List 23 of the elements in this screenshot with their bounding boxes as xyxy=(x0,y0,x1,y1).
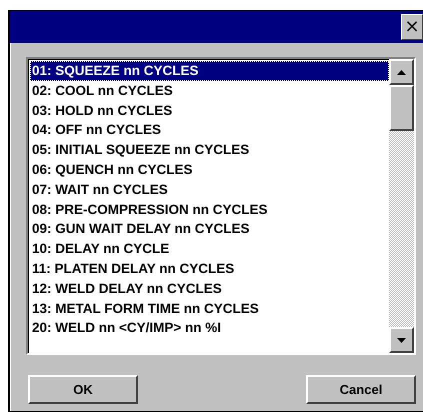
scroll-thumb[interactable] xyxy=(389,85,414,131)
list-item[interactable]: 12: WELD DELAY nn CYCLES xyxy=(30,278,389,299)
up-arrow-icon xyxy=(397,70,406,74)
scroll-up-button[interactable] xyxy=(389,59,414,85)
list-item[interactable]: 07: WAIT nn CYCLES xyxy=(30,180,389,200)
scroll-down-button[interactable] xyxy=(389,327,414,353)
list-item[interactable]: 10: DELAY nn CYCLE xyxy=(30,239,389,259)
list-item[interactable]: 04: OFF nn CYCLES xyxy=(30,120,389,140)
close-button[interactable]: × xyxy=(401,14,423,40)
list-item[interactable]: 20: WELD nn <CY/IMP> nn %I xyxy=(30,318,389,338)
list-item[interactable]: 02: COOL nn CYCLES xyxy=(30,80,389,101)
cancel-button[interactable]: Cancel xyxy=(306,375,416,404)
list-item[interactable]: 09: GUN WAIT DELAY nn CYCLES xyxy=(30,219,389,240)
scrollbar[interactable] xyxy=(389,59,414,353)
ok-button[interactable]: OK xyxy=(28,375,138,404)
list-item[interactable]: 06: QUENCH nn CYCLES xyxy=(30,160,389,180)
list-item[interactable]: 01: SQUEEZE nn CYCLES xyxy=(30,61,389,81)
down-arrow-icon xyxy=(397,338,406,342)
list-item[interactable]: 05: INITIAL SQUEEZE nn CYCLES xyxy=(30,140,389,160)
list-item[interactable]: 11: PLATEN DELAY nn CYCLES xyxy=(30,258,389,279)
list-item[interactable]: 08: PRE-COMPRESSION nn CYCLES xyxy=(30,200,389,220)
list-item[interactable]: 03: HOLD nn CYCLES xyxy=(30,100,389,120)
list-item[interactable]: 13: METAL FORM TIME nn CYCLES xyxy=(30,298,389,318)
